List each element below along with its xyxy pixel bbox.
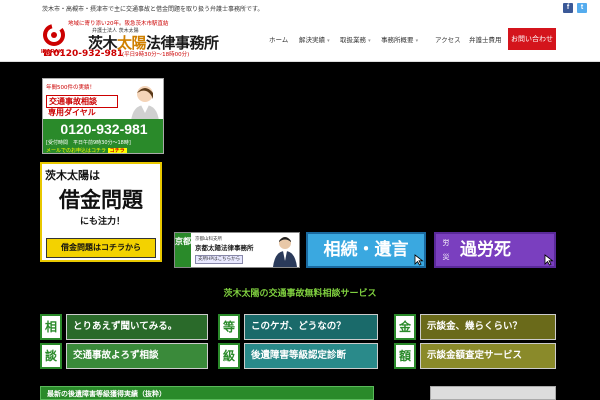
- latest-results-heading: 最新の後遺障害等級獲得実績（抜粋）: [40, 386, 374, 400]
- kyoto-name: 京都太陽法律事務所: [195, 244, 254, 252]
- karoushi-tag: 労災: [442, 239, 450, 261]
- inheritance-banner[interactable]: 相続・遺言: [306, 232, 426, 268]
- debt-line-2: 借金問題: [59, 187, 143, 212]
- service-tag-top: 等: [218, 314, 240, 340]
- nav-practice[interactable]: 取扱業務 ▾: [340, 34, 371, 44]
- service-row-2[interactable]: 示談金額査定サービス: [420, 343, 556, 369]
- promo-mail-link[interactable]: メールでのお申込はコチラ コチラ: [43, 147, 163, 154]
- service-grade-diagnosis[interactable]: 等 級 このケガ、どうなの？ 後遺障害等級認定診断: [218, 314, 386, 370]
- logo-tagline: 地域に寄り添い20年。阪急茨木市駅直結: [68, 21, 169, 27]
- kyoto-tag: 京都: [175, 233, 191, 267]
- debt-button[interactable]: 借金問題はコチラから: [46, 238, 156, 258]
- kyoto-link[interactable]: 支所HPはこちらから: [195, 255, 243, 264]
- facebook-icon[interactable]: f: [563, 3, 573, 13]
- service-consultation[interactable]: 相 談 とりあえず聞いてみる。 交通事故よろず相談: [40, 314, 208, 370]
- debt-line-1: 茨木太陽は: [45, 169, 100, 182]
- promo-count: 年間500件の実績！: [46, 85, 95, 91]
- service-row-1[interactable]: このケガ、どうなの？: [244, 314, 378, 340]
- operator-woman-icon: [131, 86, 159, 121]
- debt-problem-banner[interactable]: 茨木太陽は 借金問題 にも注力！ 借金問題はコチラから: [40, 162, 162, 262]
- site-tagline: 茨木市・高槻市・摂津市で主に交通事故と借金問題を取り扱う弁護士事務所です。: [42, 6, 264, 13]
- service-settlement-appraisal[interactable]: 金 額 示談金、幾らくらい？ 示談金額査定サービス: [394, 314, 560, 370]
- chevron-down-icon: ▾: [368, 38, 371, 44]
- debt-line-3: にも注力！: [80, 217, 126, 227]
- nav-about-label: 事務所概要: [381, 36, 414, 44]
- service-tag-bottom: 級: [218, 343, 240, 369]
- twitter-icon[interactable]: t: [577, 3, 587, 13]
- cursor-icon: [544, 254, 554, 266]
- nav-practice-label: 取扱業務: [340, 36, 366, 44]
- promo-mail-button[interactable]: コチラ: [107, 148, 127, 153]
- service-row-1[interactable]: 示談金、幾らくらい？: [420, 314, 556, 340]
- side-panel: [430, 386, 556, 400]
- nav-fees[interactable]: 弁護士費用: [469, 34, 502, 44]
- service-tag-top: 相: [40, 314, 62, 340]
- inheritance-text: 相続・遺言: [323, 240, 409, 260]
- service-tags: 等 級: [218, 314, 240, 370]
- service-row-1[interactable]: とりあえず聞いてみる。: [66, 314, 208, 340]
- nav-access-label: アクセス: [435, 36, 461, 44]
- karoushi-text: 過労死: [460, 240, 511, 260]
- header-phone[interactable]: ☎0120-932-981: [42, 49, 123, 59]
- service-tag-top: 金: [394, 314, 416, 340]
- nav-fees-label: 弁護士費用: [469, 36, 502, 44]
- traffic-accident-dial-banner[interactable]: 年間500件の実績！ 交通事故相談 専用ダイヤル 0120-932-981 [受…: [42, 78, 164, 154]
- service-tag-bottom: 談: [40, 343, 62, 369]
- promo-mail-text: メールでのお申込はコチラ: [46, 148, 107, 154]
- chevron-down-icon: ▾: [327, 38, 330, 44]
- header-hours: (平日9時30分〜18時00分): [122, 52, 190, 58]
- cursor-icon: [414, 254, 424, 266]
- lawyer-portrait-icon: [273, 237, 297, 267]
- nav-home-label: ホーム: [269, 36, 289, 44]
- top-bar: 茨木市・高槻市・摂津市で主に交通事故と借金問題を取り扱う弁護士事務所です。 f …: [0, 0, 600, 18]
- page: 茨木市・高槻市・摂津市で主に交通事故と借金問題を取り扱う弁護士事務所です。 f …: [0, 0, 600, 400]
- kyoto-branch-banner[interactable]: 京都 京都山科支所 京都太陽法律事務所 支所HPはこちらから: [174, 232, 300, 268]
- promo-tel[interactable]: 0120-932-981: [43, 119, 163, 139]
- section-title: 茨木太陽の交通事故無料相談サービス: [223, 289, 377, 299]
- nav-results-label: 解決実績: [299, 36, 325, 44]
- promo-hours: [受付時間 平日午前9時30分〜18時]: [43, 139, 163, 147]
- nav-about[interactable]: 事務所概要 ▾: [381, 34, 418, 44]
- service-row-2[interactable]: 交通事故よろず相談: [66, 343, 208, 369]
- nav-access[interactable]: アクセス: [435, 34, 461, 44]
- service-tags: 相 談: [40, 314, 62, 370]
- service-row-2[interactable]: 後遺障害等級認定診断: [244, 343, 378, 369]
- nav-results[interactable]: 解決実績 ▾: [299, 34, 330, 44]
- nav-home[interactable]: ホーム: [269, 34, 288, 44]
- service-tag-bottom: 額: [394, 343, 416, 369]
- overwork-death-banner[interactable]: 労災 過労死: [434, 232, 556, 268]
- contact-button[interactable]: お問い合わせ: [508, 28, 556, 50]
- service-tags: 金 額: [394, 314, 416, 370]
- chevron-down-icon: ▾: [415, 38, 419, 44]
- promo-heading-2: 専用ダイヤル: [48, 108, 96, 117]
